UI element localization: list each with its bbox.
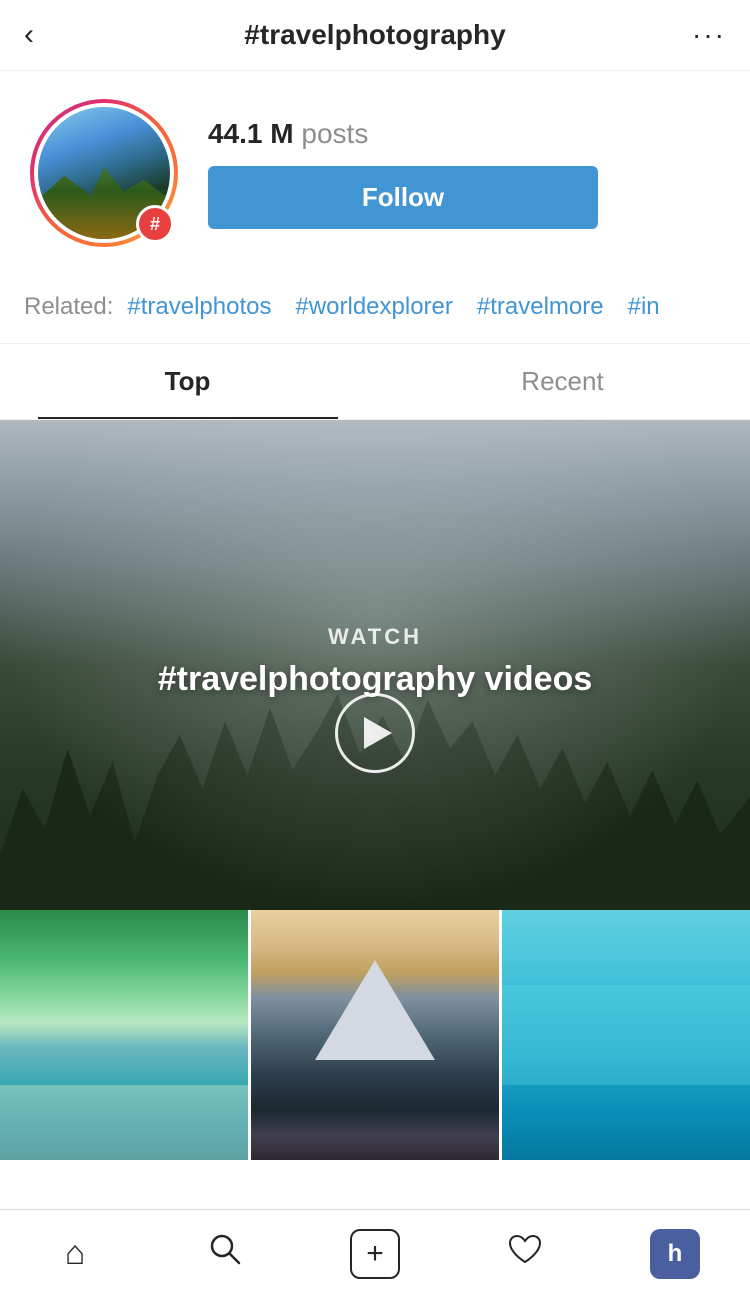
related-tag-2[interactable]: #travelmore [477, 293, 604, 321]
profile-info: 44.1 M posts Follow [208, 118, 720, 229]
nav-hitta[interactable]: h [645, 1224, 705, 1284]
avatar: # [30, 99, 178, 247]
hitta-icon: h [650, 1229, 700, 1279]
add-icon: + [350, 1229, 400, 1279]
follow-button[interactable]: Follow [208, 166, 598, 229]
play-button[interactable] [335, 693, 415, 773]
related-label: Related: [24, 293, 113, 321]
posts-count: 44.1 M posts [208, 118, 368, 150]
posts-count-number: 44.1 M [208, 118, 294, 149]
tabs-section: Top Recent [0, 344, 750, 420]
nav-heart[interactable] [495, 1224, 555, 1284]
related-tag-1[interactable]: #worldexplorer [295, 293, 452, 321]
tab-top[interactable]: Top [0, 344, 375, 419]
play-icon [364, 717, 392, 749]
profile-section: # 44.1 M posts Follow [0, 71, 750, 271]
tab-recent[interactable]: Recent [375, 344, 750, 419]
nav-home[interactable]: ⌂ [45, 1224, 105, 1284]
nav-add[interactable]: + [345, 1224, 405, 1284]
related-tags-section: Related: #travelphotos #worldexplorer #t… [0, 271, 750, 344]
watch-label: WATCH [158, 624, 593, 650]
video-banner[interactable]: WATCH #travelphotography videos [0, 420, 750, 910]
back-button[interactable]: ‹ [24, 18, 64, 52]
video-text: WATCH #travelphotography videos [158, 624, 593, 699]
search-icon [208, 1232, 242, 1275]
page-title: #travelphotography [64, 19, 686, 51]
more-button[interactable]: ··· [686, 19, 726, 51]
photo-cell-mountain[interactable] [248, 910, 499, 1160]
posts-count-label: posts [301, 118, 368, 149]
related-tag-0[interactable]: #travelphotos [127, 293, 271, 321]
related-inner: Related: #travelphotos #worldexplorer #t… [24, 293, 726, 321]
photo-grid [0, 910, 750, 1160]
heart-icon [507, 1232, 543, 1275]
nav-search[interactable] [195, 1224, 255, 1284]
home-icon: ⌂ [65, 1234, 86, 1273]
photo-cell-ocean[interactable] [499, 910, 750, 1160]
hashtag-badge: # [136, 205, 174, 243]
related-tag-3[interactable]: #in [628, 293, 660, 321]
header: ‹ #travelphotography ··· [0, 0, 750, 71]
photo-cell-tropical[interactable] [0, 910, 248, 1160]
bottom-nav: ⌂ + h [0, 1209, 750, 1297]
